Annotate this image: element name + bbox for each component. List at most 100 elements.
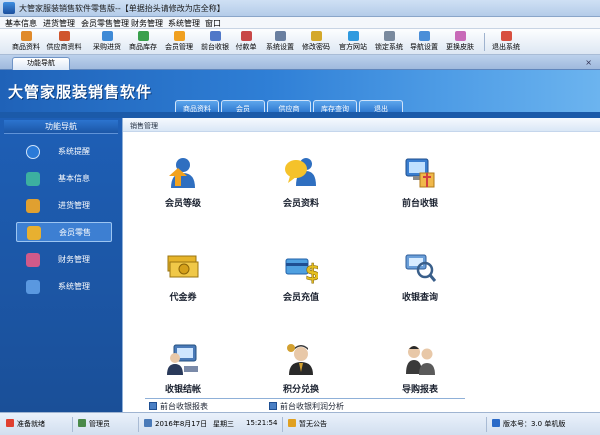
report-links: 前台收银报表 前台收银利润分析 [145,398,465,412]
settings-icon [274,31,286,41]
inventory-icon [137,31,149,41]
toolbar-member-button[interactable]: 会员管理 [159,30,199,54]
content-header: 销售管理 [123,118,600,132]
module-member-recharge[interactable]: $ 会员充值 [251,250,351,314]
toolbar-product-button[interactable]: 商品资料 [6,30,46,54]
menu-member-retail[interactable]: 会员零售管理 [81,18,129,29]
toolbar-purchase-button[interactable]: 采购进货 [87,30,127,54]
toolbar-inventory-button[interactable]: 商品库存 [123,30,163,54]
status-separator [486,417,487,432]
exit-icon [500,31,512,41]
checkout-icon [167,344,198,375]
nav-settings-icon [418,31,430,41]
sidebar-item-purchase[interactable]: 进货管理 [16,196,112,216]
product-icon [20,31,32,41]
key-icon [310,31,322,41]
finance-icon [26,253,40,267]
status-separator [282,417,283,432]
module-checkout[interactable]: 收银结帐 [133,342,233,406]
version-icon [492,419,500,427]
status-version: 版本号：3.0 单机版 [492,419,565,429]
status-separator [72,417,73,432]
window-title: 大管家服装销售软件零售版--【单据抬头请修改为店全称】 [19,4,225,13]
module-points-exchange[interactable]: 积分兑换 [251,342,351,406]
report-icon [269,402,277,410]
info-icon [26,145,40,159]
menu-system[interactable]: 系统管理 [168,18,200,29]
link-cashier-report[interactable]: 前台收银报表 [149,401,208,412]
skin-icon [454,31,466,41]
cashier-icon [209,31,221,41]
app-icon [3,2,15,14]
payment-icon [240,31,252,41]
sidebar: 功能导航 系统提醒 基本信息 进货管理 会员零售 财务管理 系统管理 [0,118,122,412]
front-cashier-icon [405,158,435,188]
status-user: 管理员 [78,419,110,429]
toolbar-website-button[interactable]: 官方网站 [333,30,373,54]
supplier-icon [58,31,70,41]
toolbar-lock-button[interactable]: 锁定系统 [369,30,409,54]
status-ready: 准备就绪 [6,419,45,429]
cashier-query-icon [405,254,437,282]
sidebar-item-member-retail[interactable]: 会员零售 [16,222,112,242]
points-exchange-icon [287,344,313,375]
toolbar-exit-button[interactable]: 退出系统 [486,30,526,54]
status-separator [138,417,139,432]
sidebar-item-system-reminder[interactable]: 系统提醒 [16,142,112,162]
menu-finance[interactable]: 财务管理 [131,18,163,29]
globe-icon [347,31,359,41]
tab-function-nav[interactable]: 功能导航 [12,57,70,70]
module-cashier-query[interactable]: 收银查询 [370,250,470,314]
module-member-profile[interactable]: 会员资料 [251,156,351,220]
banner-title: 大管家服装销售软件 [8,83,153,101]
toolbar-skin-button[interactable]: 更换皮肤 [440,30,480,54]
blocks-icon [26,172,40,186]
toolbar-nav-settings-button[interactable]: 导航设置 [404,30,444,54]
voucher-icon [167,255,199,278]
module-guide-report[interactable]: 导购报表 [370,342,470,406]
content-title: 销售管理 [130,122,158,130]
sidebar-item-basic-info[interactable]: 基本信息 [16,169,112,189]
toolbar-separator [484,33,485,51]
module-front-cashier[interactable]: 前台收银 [370,156,470,220]
sidebar-item-finance[interactable]: 财务管理 [16,250,112,270]
ready-icon [6,419,14,427]
purchase-icon [101,31,113,41]
guide-report-icon [406,346,435,375]
menu-purchase[interactable]: 进货管理 [43,18,75,29]
content-panel: 销售管理 会员等级 会员资料 前台收银 代金券 $ 会员充值 收银查询 收银结帐… [122,118,600,412]
document-tab-strip: 功能导航 × [0,55,600,70]
user-icon [78,419,86,427]
lock-icon [383,31,395,41]
menu-bar: 基本信息 进货管理 会员零售管理 财务管理 系统管理 窗口 [0,17,600,29]
member-profile-icon [285,158,316,186]
status-notice: 暂无公告 [288,419,327,429]
member-icon [173,31,185,41]
status-bar: 准备就绪 管理员 2016年8月17日 星期三 15:21:54 暂无公告 版本… [0,412,600,435]
toolbar-settings-button[interactable]: 系统设置 [260,30,300,54]
sidebar-header: 功能导航 [4,120,118,134]
toolbar: 商品资料 供应商资料 采购进货 商品库存 会员管理 前台收银 付款单 系统设置 … [0,29,600,55]
banner: 大管家服装销售软件 商品资料 会员 供应商 库存查询 退出 [0,70,600,118]
recharge-icon: $ [285,258,318,284]
report-icon [149,402,157,410]
toolbar-password-button[interactable]: 修改密码 [296,30,336,54]
module-voucher[interactable]: 代金券 [133,250,233,314]
member-level-icon [169,158,195,188]
box-icon [26,199,40,213]
gift-icon [27,226,41,240]
close-icon[interactable]: × [585,58,592,67]
notice-icon [288,419,296,427]
svg-text:$: $ [305,261,318,284]
module-member-level[interactable]: 会员等级 [133,156,233,220]
system-icon [26,280,40,294]
menu-window[interactable]: 窗口 [205,18,221,29]
status-time: 15:21:54 [246,419,278,427]
toolbar-supplier-button[interactable]: 供应商资料 [44,30,84,54]
sidebar-item-system[interactable]: 系统管理 [16,277,112,297]
link-cashier-profit-analysis[interactable]: 前台收银利润分析 [269,401,344,412]
status-date: 2016年8月17日 [144,419,207,429]
menu-basic-info[interactable]: 基本信息 [5,18,37,29]
status-weekday: 星期三 [213,420,234,428]
title-bar: 大管家服装销售软件零售版--【单据抬头请修改为店全称】 [0,0,600,17]
